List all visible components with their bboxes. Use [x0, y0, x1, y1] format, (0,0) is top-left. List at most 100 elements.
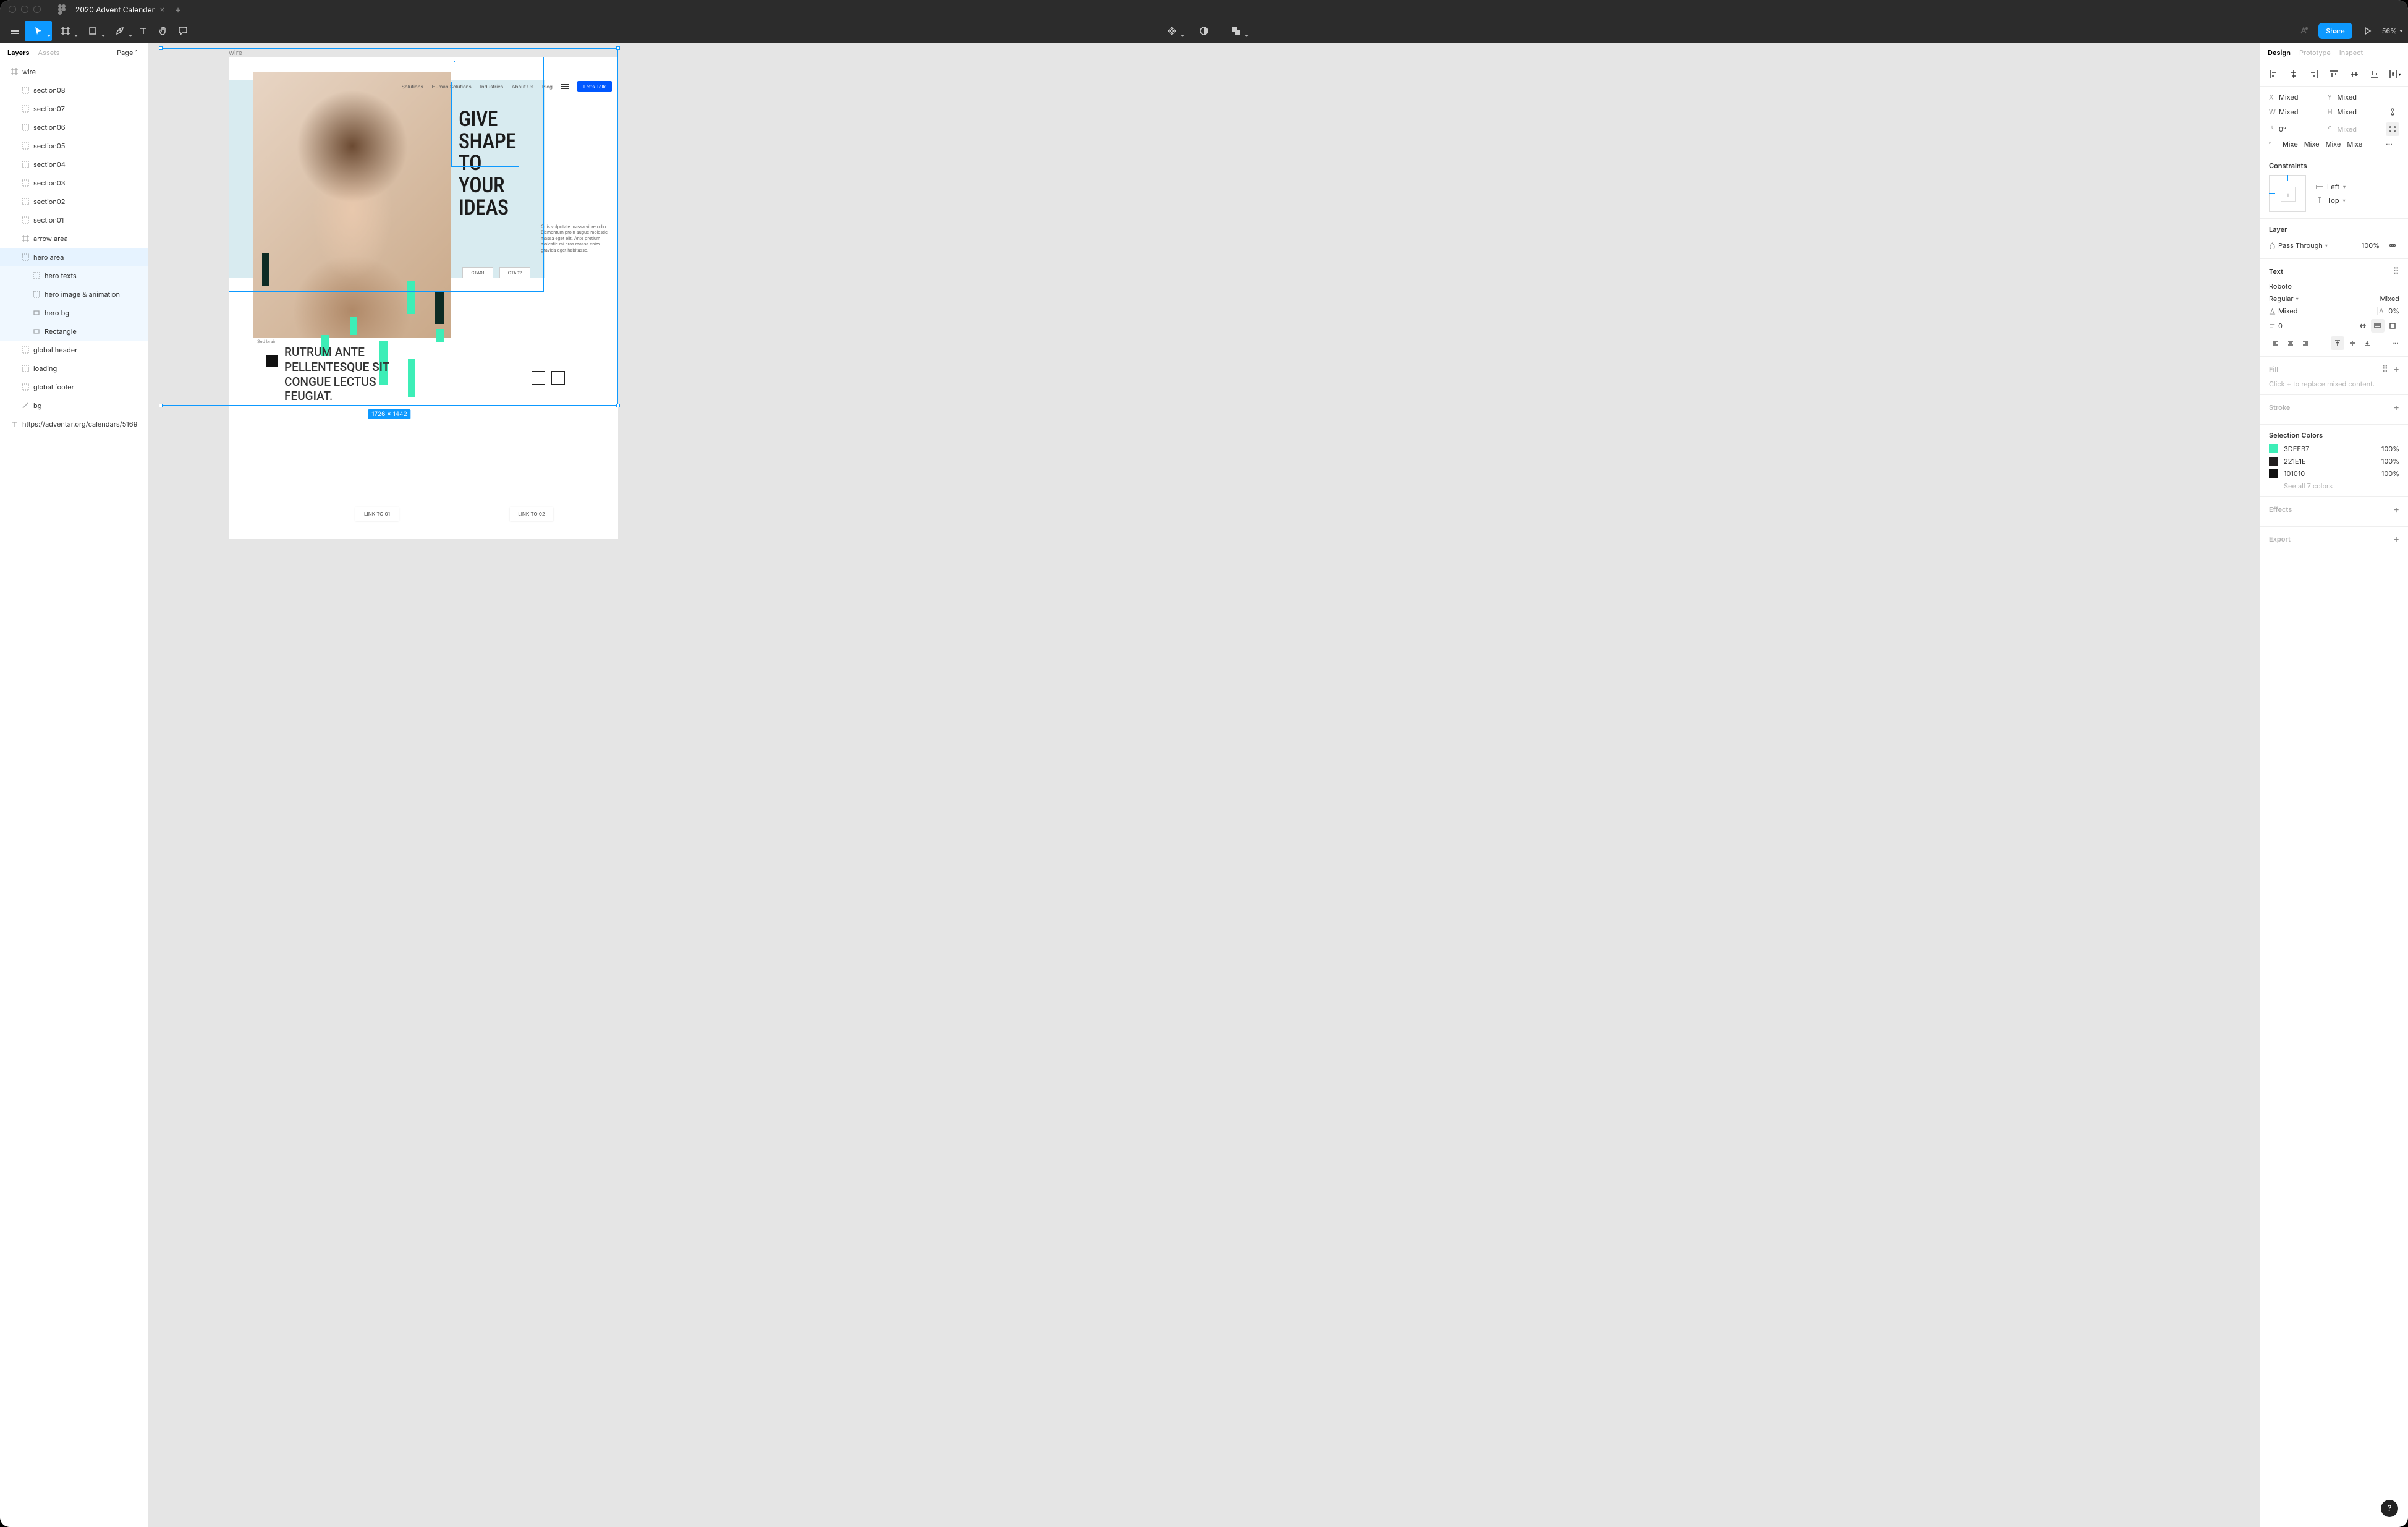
boolean-tool[interactable]	[1223, 21, 1250, 41]
pen-tool[interactable]	[106, 21, 134, 41]
blend-mode[interactable]: Pass Through ▾	[2269, 241, 2355, 250]
share-button[interactable]: Share	[2318, 23, 2352, 39]
layer-row[interactable]: hero area	[0, 248, 148, 266]
page-selector[interactable]: Page 1	[117, 48, 140, 57]
layer-row[interactable]: global footer	[0, 378, 148, 396]
tab-layers[interactable]: Layers	[7, 48, 30, 57]
traffic-light-minimize[interactable]	[21, 6, 28, 13]
text-auto-height-icon[interactable]	[2371, 319, 2385, 333]
text-align-bottom-icon[interactable]	[2360, 336, 2374, 350]
traffic-light-zoom[interactable]	[33, 6, 41, 13]
constraint-horizontal[interactable]: Left ▾	[2316, 182, 2346, 191]
layer-row[interactable]: section08	[0, 81, 148, 100]
x-input[interactable]: Mixed	[2279, 93, 2299, 101]
missing-fonts-icon[interactable]: ?	[2294, 21, 2313, 41]
layer-row[interactable]: section02	[0, 192, 148, 211]
layer-row[interactable]: section03	[0, 174, 148, 192]
comment-tool[interactable]	[173, 21, 193, 41]
layer-row[interactable]: hero bg	[0, 304, 148, 322]
selection-color-row[interactable]: 101010100%	[2269, 469, 2399, 478]
text-tool[interactable]	[134, 21, 153, 41]
font-weight[interactable]: Regular ▾	[2269, 294, 2373, 303]
layer-row[interactable]: bg	[0, 396, 148, 415]
new-tab-button[interactable]: +	[175, 4, 182, 14]
line-height[interactable]: Mixed	[2278, 307, 2298, 315]
y-input[interactable]: Mixed	[2338, 93, 2357, 101]
frame-tool[interactable]	[52, 21, 79, 41]
add-stroke-icon[interactable]: +	[2393, 401, 2399, 413]
mask-tool[interactable]	[1194, 21, 1214, 41]
present-button[interactable]	[2357, 21, 2377, 41]
text-align-right-icon[interactable]	[2299, 336, 2312, 350]
font-family[interactable]: Roboto	[2269, 282, 2399, 291]
opacity-input[interactable]: 100%	[2362, 241, 2380, 250]
layer-label: bg	[33, 401, 41, 410]
layer-row[interactable]: loading	[0, 359, 148, 378]
layer-row[interactable]: section07	[0, 100, 148, 118]
text-auto-width-icon[interactable]	[2356, 319, 2370, 333]
link-card[interactable]: LINK TO 01	[355, 507, 399, 521]
canvas[interactable]: wire Solutions Human Solutions Industrie…	[148, 43, 2260, 1527]
help-button[interactable]: ?	[2381, 1500, 2398, 1517]
tab-inspect[interactable]: Inspect	[2339, 48, 2363, 57]
see-all-colors[interactable]: See all 7 colors	[2284, 482, 2399, 490]
tab-prototype[interactable]: Prototype	[2299, 48, 2331, 57]
align-right-icon[interactable]	[2307, 67, 2321, 81]
selection-color-row[interactable]: 221E1E100%	[2269, 457, 2399, 466]
align-top-icon[interactable]	[2327, 67, 2341, 81]
text-align-left-icon[interactable]	[2269, 336, 2283, 350]
traffic-light-close[interactable]	[9, 6, 16, 13]
layer-row[interactable]: https://adventar.org/calendars/5169	[0, 415, 148, 433]
layer-row[interactable]: wire	[0, 62, 148, 81]
constrain-proportions-icon[interactable]	[2386, 105, 2399, 119]
align-bottom-icon[interactable]	[2368, 67, 2381, 81]
more-options-icon[interactable]: ⋯	[2386, 140, 2399, 148]
hand-tool[interactable]	[153, 21, 173, 41]
radius-input[interactable]: Mixed	[2338, 125, 2357, 134]
layer-row[interactable]: section06	[0, 118, 148, 137]
h-input[interactable]: Mixed	[2338, 108, 2357, 116]
zoom-control[interactable]: 56%	[2382, 27, 2403, 35]
close-tab-icon[interactable]: ×	[159, 4, 165, 14]
font-size[interactable]: Mixed	[2380, 294, 2399, 303]
text-align-top-icon[interactable]	[2331, 336, 2344, 350]
layer-row[interactable]: global header	[0, 341, 148, 359]
independent-corners-icon[interactable]	[2386, 122, 2399, 136]
add-effect-icon[interactable]: +	[2393, 503, 2399, 515]
link-card[interactable]: LINK TO 02	[510, 507, 553, 521]
paragraph-spacing[interactable]: 0	[2278, 321, 2283, 330]
component-tool[interactable]	[1158, 21, 1185, 41]
main-menu-button[interactable]	[5, 21, 25, 41]
layer-row[interactable]: section05	[0, 137, 148, 155]
layer-row[interactable]: section04	[0, 155, 148, 174]
layer-row[interactable]: section01	[0, 211, 148, 229]
layer-row[interactable]: Rectangle	[0, 322, 148, 341]
layer-row[interactable]: hero image & animation	[0, 285, 148, 304]
selection-color-row[interactable]: 3DEEB7100%	[2269, 444, 2399, 453]
text-align-center-icon[interactable]	[2284, 336, 2297, 350]
rotation-input[interactable]: 0°	[2279, 125, 2286, 134]
tab-design[interactable]: Design	[2268, 48, 2291, 57]
align-vcenter-icon[interactable]	[2347, 67, 2361, 81]
tab-assets[interactable]: Assets	[38, 48, 60, 57]
more-options-icon[interactable]: ⋯	[2392, 339, 2399, 347]
add-fill-icon[interactable]: +	[2393, 363, 2399, 375]
w-input[interactable]: Mixed	[2279, 108, 2299, 116]
file-tab[interactable]: 2020 Advent Calender ×	[75, 4, 165, 14]
constraints-widget[interactable]: +	[2269, 175, 2306, 212]
add-export-icon[interactable]: +	[2393, 533, 2399, 545]
shape-tool[interactable]	[79, 21, 106, 41]
align-left-icon[interactable]	[2266, 67, 2280, 81]
figma-logo-icon[interactable]	[58, 4, 66, 15]
text-style-icon[interactable]: ⠿	[2393, 265, 2399, 277]
distribute-icon[interactable]: ▾	[2388, 67, 2402, 81]
text-align-middle-icon[interactable]	[2346, 336, 2359, 350]
letter-spacing[interactable]: 0%	[2388, 307, 2399, 315]
constraint-vertical[interactable]: Top ▾	[2316, 196, 2346, 205]
layer-row[interactable]: hero texts	[0, 266, 148, 285]
text-fixed-icon[interactable]	[2386, 319, 2399, 333]
align-hcenter-icon[interactable]	[2287, 67, 2300, 81]
move-tool[interactable]	[25, 21, 52, 41]
visibility-icon[interactable]	[2386, 239, 2399, 252]
layer-row[interactable]: arrow area	[0, 229, 148, 248]
